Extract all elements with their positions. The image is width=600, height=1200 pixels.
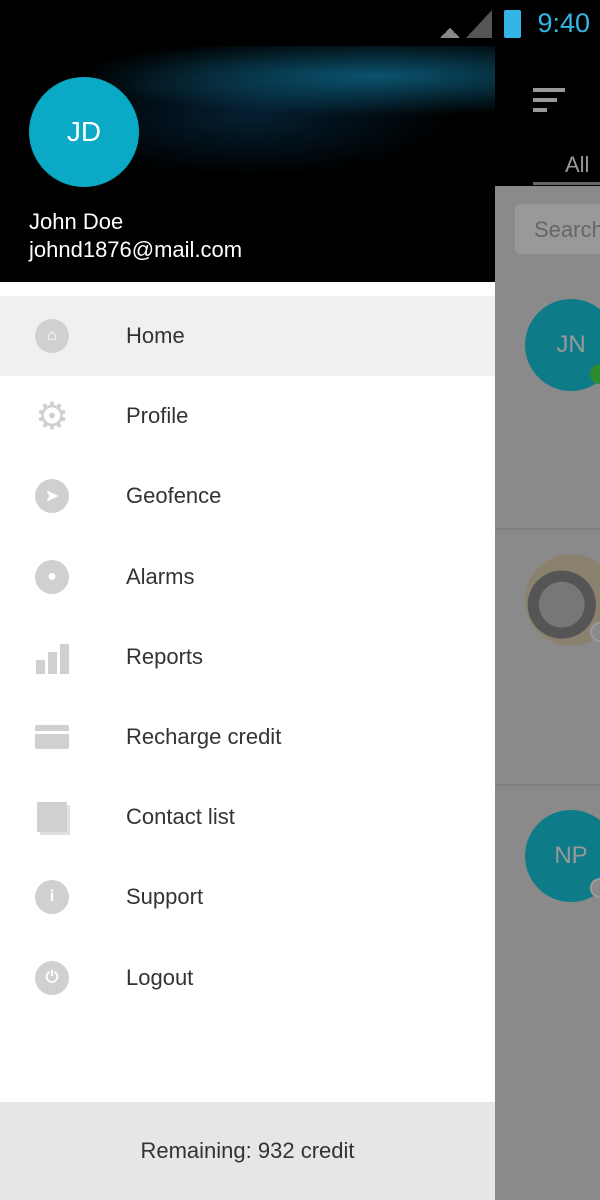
signal-icon: [466, 10, 492, 38]
sort-icon[interactable]: [533, 88, 565, 118]
menu-label: Reports: [126, 643, 204, 669]
status-bar: 9:40: [0, 0, 600, 46]
bar-chart-icon: [35, 640, 69, 674]
contact-avatar[interactable]: JN: [525, 299, 600, 391]
gear-icon: ⚙: [34, 395, 70, 438]
drawer-menu: ⌂ Home ⚙ Profile ➤ Geofence ● Alarms Rep…: [0, 296, 495, 1018]
navigation-drawer: JD John Doe johnd1876@mail.com ⌂ Home ⚙ …: [0, 0, 495, 1200]
clock: 9:40: [537, 8, 590, 38]
menu-label: Home: [126, 323, 185, 349]
background-app: All Search JN NP: [495, 46, 600, 1200]
contact-icon: [35, 800, 69, 834]
menu-item-home[interactable]: ⌂ Home: [0, 296, 495, 377]
menu-item-support[interactable]: i Support: [0, 857, 495, 937]
home-icon: ⌂: [35, 319, 69, 354]
tab-all[interactable]: All: [565, 152, 589, 178]
divider: [495, 528, 600, 530]
divider: [495, 784, 600, 786]
menu-item-contact-list[interactable]: Contact list: [0, 777, 495, 857]
menu-label: Contact list: [126, 804, 235, 830]
power-icon: ⏻: [35, 960, 69, 995]
contact-avatar-car-photo[interactable]: [525, 554, 600, 646]
tab-indicator: [533, 182, 600, 185]
menu-item-geofence[interactable]: ➤ Geofence: [0, 456, 495, 536]
menu-label: Alarms: [126, 563, 195, 589]
menu-item-profile[interactable]: ⚙ Profile: [0, 376, 495, 456]
menu-item-alarms[interactable]: ● Alarms: [0, 537, 495, 617]
search-input[interactable]: Search: [515, 204, 600, 254]
menu-item-recharge-credit[interactable]: Recharge credit: [0, 697, 495, 777]
user-name: John Doe: [29, 209, 124, 234]
menu-item-reports[interactable]: Reports: [0, 617, 495, 697]
user-avatar[interactable]: JD: [29, 77, 139, 187]
wifi-icon: [432, 10, 468, 38]
contact-avatar[interactable]: NP: [525, 810, 600, 902]
user-email: johnd1876@mail.com: [29, 237, 243, 262]
remaining-credit: Remaining: 932 credit: [0, 1102, 495, 1200]
menu-item-logout[interactable]: ⏻ Logout: [0, 938, 495, 1018]
menu-label: Support: [126, 884, 204, 910]
bell-icon: ●: [35, 559, 69, 594]
drawer-header: JD John Doe johnd1876@mail.com: [0, 46, 495, 282]
menu-label: Geofence: [126, 483, 222, 509]
battery-icon: [504, 10, 521, 38]
menu-label: Logout: [126, 964, 194, 990]
navigation-icon: ➤: [35, 479, 69, 514]
credit-card-icon: [35, 720, 69, 754]
info-icon: i: [35, 880, 69, 915]
menu-label: Profile: [126, 403, 189, 429]
app-bar: All: [495, 46, 600, 186]
menu-label: Recharge credit: [126, 724, 282, 750]
